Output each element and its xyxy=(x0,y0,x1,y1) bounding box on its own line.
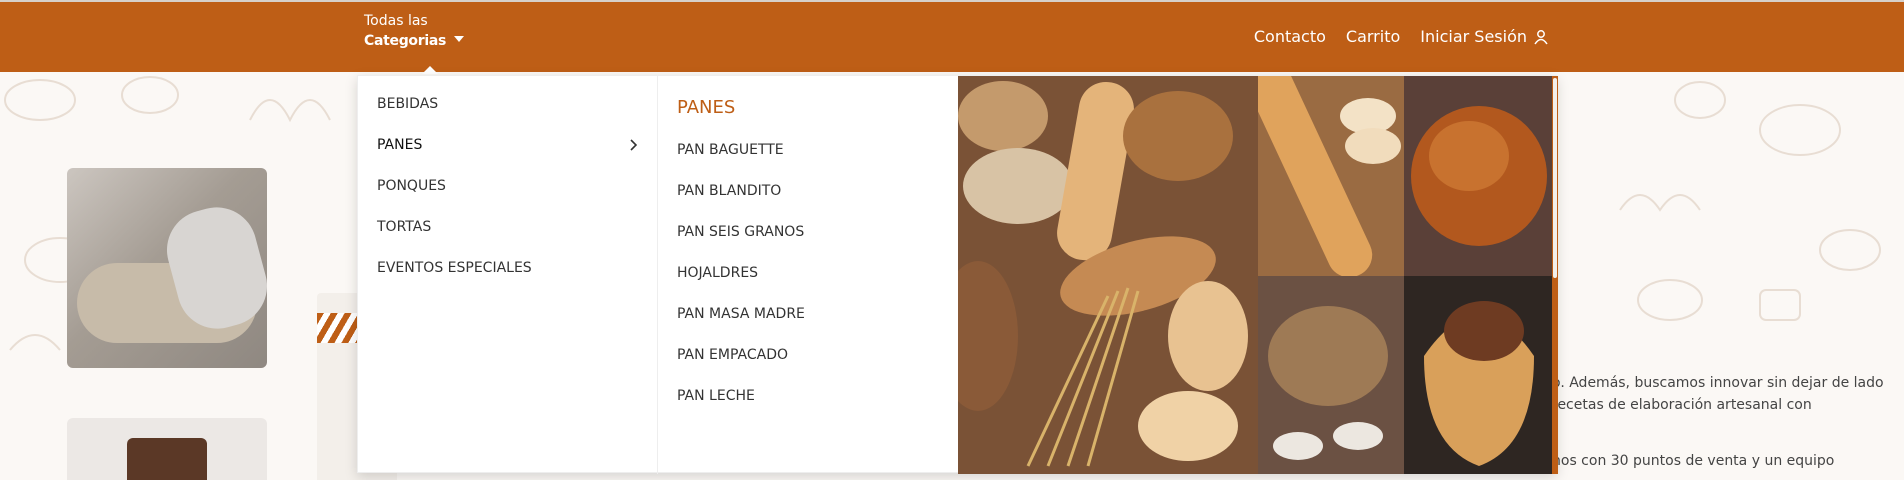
category-bebidas[interactable]: BEBIDAS xyxy=(377,96,647,112)
subcategory-hojaldres[interactable]: HOJALDRES xyxy=(677,265,758,281)
subcategory-heading: PANES xyxy=(677,97,736,118)
nav-iniciar-sesion-label: Iniciar Sesión xyxy=(1420,27,1527,46)
bread-assortment-image xyxy=(958,76,1258,474)
chevron-right-icon xyxy=(629,139,638,155)
top-navbar: Todas las Categorias Contacto Carrito In… xyxy=(0,0,1904,74)
baguette-image xyxy=(1248,76,1404,278)
about-text-line-1: o. Además, buscamos innovar sin dejar de… xyxy=(1552,375,1884,391)
about-text-line-2: recetas de elaboración artesanal con xyxy=(1552,397,1812,413)
collage-scrollbar[interactable] xyxy=(1552,76,1558,474)
subcategory-pan-leche[interactable]: PAN LECHE xyxy=(677,388,755,404)
cake-shape xyxy=(127,438,207,480)
subcategory-pan-baguette[interactable]: PAN BAGUETTE xyxy=(677,142,784,158)
about-text-line-3: nos con 30 puntos de venta y un equipo xyxy=(1552,453,1835,469)
nav-contacto[interactable]: Contacto xyxy=(1254,27,1326,46)
caret-down-icon xyxy=(454,36,464,42)
category-list: BEBIDAS PANES PONQUES TORTAS EVENTOS ESP… xyxy=(358,76,658,474)
categories-toggle-line1: Todas las xyxy=(364,13,428,29)
category-tortas[interactable]: TORTAS xyxy=(377,219,647,235)
puff-pastry-image xyxy=(1404,276,1552,474)
user-icon xyxy=(1533,29,1549,45)
category-panes-label: PANES xyxy=(377,137,423,153)
subcategory-pan-empacado[interactable]: PAN EMPACADO xyxy=(677,347,788,363)
categories-dropdown: BEBIDAS PANES PONQUES TORTAS EVENTOS ESP… xyxy=(357,75,1558,474)
header-nav: Contacto Carrito Iniciar Sesión xyxy=(1254,27,1549,46)
subcategory-list: PANES PAN BAGUETTE PAN BLANDITO PAN SEIS… xyxy=(658,76,958,474)
dropdown-pointer xyxy=(422,66,438,74)
subcategory-pan-masa-madre[interactable]: PAN MASA MADRE xyxy=(677,306,805,322)
nav-iniciar-sesion[interactable]: Iniciar Sesión xyxy=(1420,27,1549,46)
categories-toggle[interactable]: Todas las Categorias xyxy=(364,12,464,52)
category-eventos-especiales[interactable]: EVENTOS ESPECIALES xyxy=(377,260,647,276)
subcategory-pan-blandito[interactable]: PAN BLANDITO xyxy=(677,183,781,199)
seeded-bread-image xyxy=(1258,276,1404,474)
category-panes[interactable]: PANES xyxy=(377,137,647,153)
photo-cake xyxy=(67,418,267,480)
scrollbar-thumb[interactable] xyxy=(1553,78,1557,278)
categories-toggle-line2: Categorias xyxy=(364,33,447,49)
subcategory-pan-seis-granos[interactable]: PAN SEIS GRANOS xyxy=(677,224,804,240)
category-image-collage xyxy=(958,76,1558,474)
photo-dough xyxy=(67,168,267,368)
nav-carrito[interactable]: Carrito xyxy=(1346,27,1400,46)
category-ponques[interactable]: PONQUES xyxy=(377,178,647,194)
round-bread-image xyxy=(1404,76,1552,276)
